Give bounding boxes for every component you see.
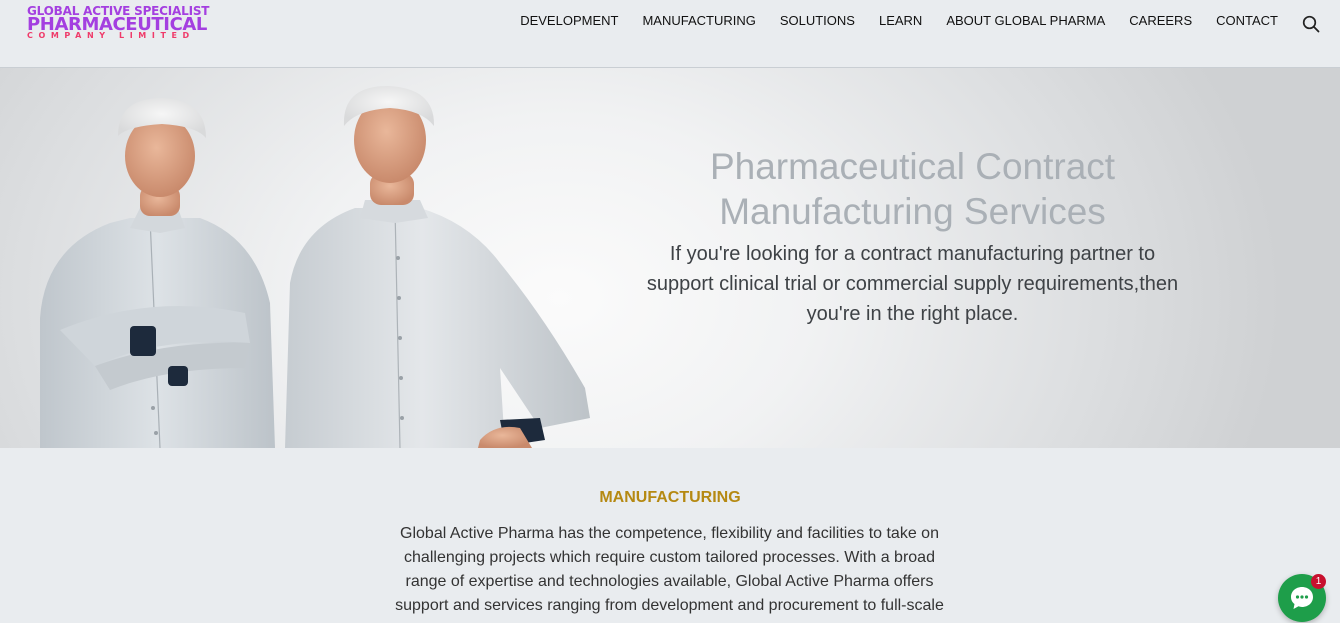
section-description: Global Active Pharma has the competence,… [384, 522, 955, 618]
hero-text-line1: If you're looking for a contract manufac… [669, 243, 1156, 265]
nav-item-careers[interactable]: CAREERS [1129, 13, 1192, 28]
section-line: Global Active Pharma has the competence,… [400, 525, 939, 542]
hero-workers-image [40, 86, 590, 448]
nav-item-solutions[interactable]: SOLUTIONS [780, 13, 855, 28]
hero-title: Pharmaceutical Contract Manufacturing Se… [640, 144, 1185, 234]
hero-title-line2: Manufacturing Services [719, 191, 1106, 232]
nav-item-manufacturing[interactable]: MANUFACTURING [642, 13, 755, 28]
nav-item-contact[interactable]: CONTACT [1216, 13, 1278, 28]
chat-notification-badge: 1 [1311, 574, 1326, 589]
chat-bubble-icon [1291, 587, 1313, 609]
section-heading: MANUFACTURING [599, 489, 741, 506]
nav-item-learn[interactable]: LEARN [879, 13, 922, 28]
main-nav: DEVELOPMENT MANUFACTURING SOLUTIONS LEAR… [520, 13, 1278, 28]
hero-text-line3: you're in the right place. [806, 303, 1019, 325]
nav-item-development[interactable]: DEVELOPMENT [520, 13, 618, 28]
site-header: GLOBAL ACTIVE SPECIALIST PHARMACEUTICAL … [0, 0, 1340, 68]
worker-left [40, 98, 275, 448]
worker-right [285, 86, 590, 448]
search-icon[interactable] [1302, 15, 1320, 33]
brand-name-line3: COMPANY LIMITED [27, 31, 195, 40]
nav-item-about[interactable]: ABOUT GLOBAL PHARMA [946, 13, 1105, 28]
hero-description: If you're looking for a contract manufac… [640, 239, 1185, 329]
hero-title-line1: Pharmaceutical Contract [709, 146, 1116, 187]
brand-logo[interactable]: GLOBAL ACTIVE SPECIALIST PHARMACEUTICAL … [27, 5, 209, 40]
section-line: challenging projects which require custo… [404, 549, 935, 566]
hero-text-line2: support clinical trial or commercial sup… [646, 273, 1179, 295]
section-line: range of expertise and technologies avai… [405, 573, 934, 590]
hero-banner: Pharmaceutical Contract Manufacturing Se… [0, 68, 1340, 448]
section-line: support and services ranging from develo… [395, 597, 944, 614]
